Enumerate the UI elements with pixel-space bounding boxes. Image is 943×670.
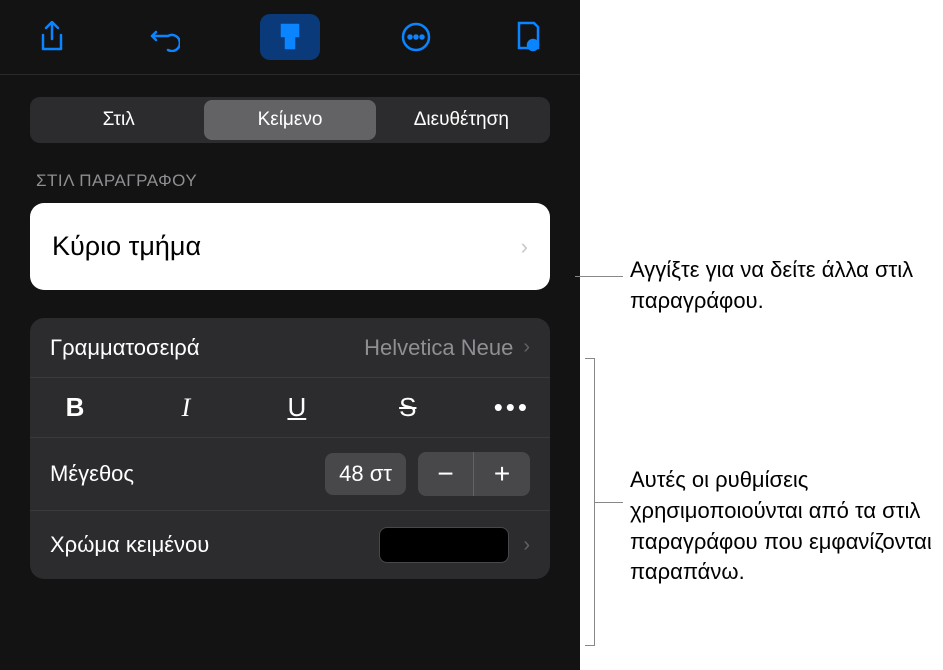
inspector-tabs: Στιλ Κείμενο Διευθέτηση — [30, 97, 550, 143]
paragraph-style-current: Κύριο τμήμα — [52, 231, 201, 262]
more-formatting-button[interactable]: ••• — [494, 392, 530, 423]
callout-paragraph-styles: Αγγίξτε για να δείτε άλλα στιλ παραγράφο… — [630, 255, 943, 317]
format-inspector-panel: Στιλ Κείμενο Διευθέτηση ΣΤΙΛ ΠΑΡΑΓΡΑΦΟΥ … — [0, 0, 580, 670]
share-icon[interactable] — [35, 20, 69, 54]
font-size-row: Μέγεθος 48 στ − + — [30, 438, 550, 511]
color-swatch[interactable] — [379, 527, 509, 563]
font-value: Helvetica Neue — [364, 335, 513, 361]
font-label: Γραμματοσειρά — [50, 335, 364, 361]
callout-annotations: Αγγίξτε για να δείτε άλλα στιλ παραγράφο… — [580, 0, 943, 670]
chevron-right-icon: › — [521, 234, 528, 260]
chevron-right-icon: › — [523, 336, 530, 359]
tab-style[interactable]: Στιλ — [33, 100, 204, 140]
size-decrease-button[interactable]: − — [418, 452, 474, 496]
size-label: Μέγεθος — [50, 461, 325, 487]
document-view-icon[interactable] — [511, 20, 545, 54]
format-buttons-row: B I U S ••• — [30, 378, 550, 438]
callout-leader-line — [595, 502, 623, 503]
size-stepper: − + — [418, 452, 530, 496]
size-value-field[interactable]: 48 στ — [325, 453, 406, 495]
bold-button[interactable]: B — [50, 392, 100, 423]
tab-arrange[interactable]: Διευθέτηση — [376, 100, 547, 140]
text-color-row[interactable]: Χρώμα κειμένου › — [30, 511, 550, 579]
inspector-content: Στιλ Κείμενο Διευθέτηση ΣΤΙΛ ΠΑΡΑΓΡΑΦΟΥ … — [0, 75, 580, 670]
paragraph-style-selector[interactable]: Κύριο τμήμα › — [30, 203, 550, 290]
toolbar — [0, 0, 580, 75]
strikethrough-button[interactable]: S — [383, 392, 433, 423]
callout-leader-line — [575, 276, 623, 277]
tab-text[interactable]: Κείμενο — [204, 100, 375, 140]
paragraph-style-heading: ΣΤΙΛ ΠΑΡΑΓΡΑΦΟΥ — [30, 171, 550, 191]
more-icon[interactable] — [399, 20, 433, 54]
undo-icon[interactable] — [148, 20, 182, 54]
italic-button[interactable]: I — [161, 393, 211, 423]
format-brush-icon[interactable] — [260, 14, 320, 60]
size-increase-button[interactable]: + — [474, 452, 530, 496]
color-label: Χρώμα κειμένου — [50, 532, 379, 558]
font-row[interactable]: Γραμματοσειρά Helvetica Neue › — [30, 318, 550, 378]
text-settings-group: Γραμματοσειρά Helvetica Neue › B I U S •… — [30, 318, 550, 579]
callout-bracket — [585, 358, 595, 646]
underline-button[interactable]: U — [272, 392, 322, 423]
chevron-right-icon: › — [523, 534, 530, 557]
callout-settings-info: Αυτές οι ρυθμίσεις χρησιμοποιούνται από … — [630, 465, 943, 588]
